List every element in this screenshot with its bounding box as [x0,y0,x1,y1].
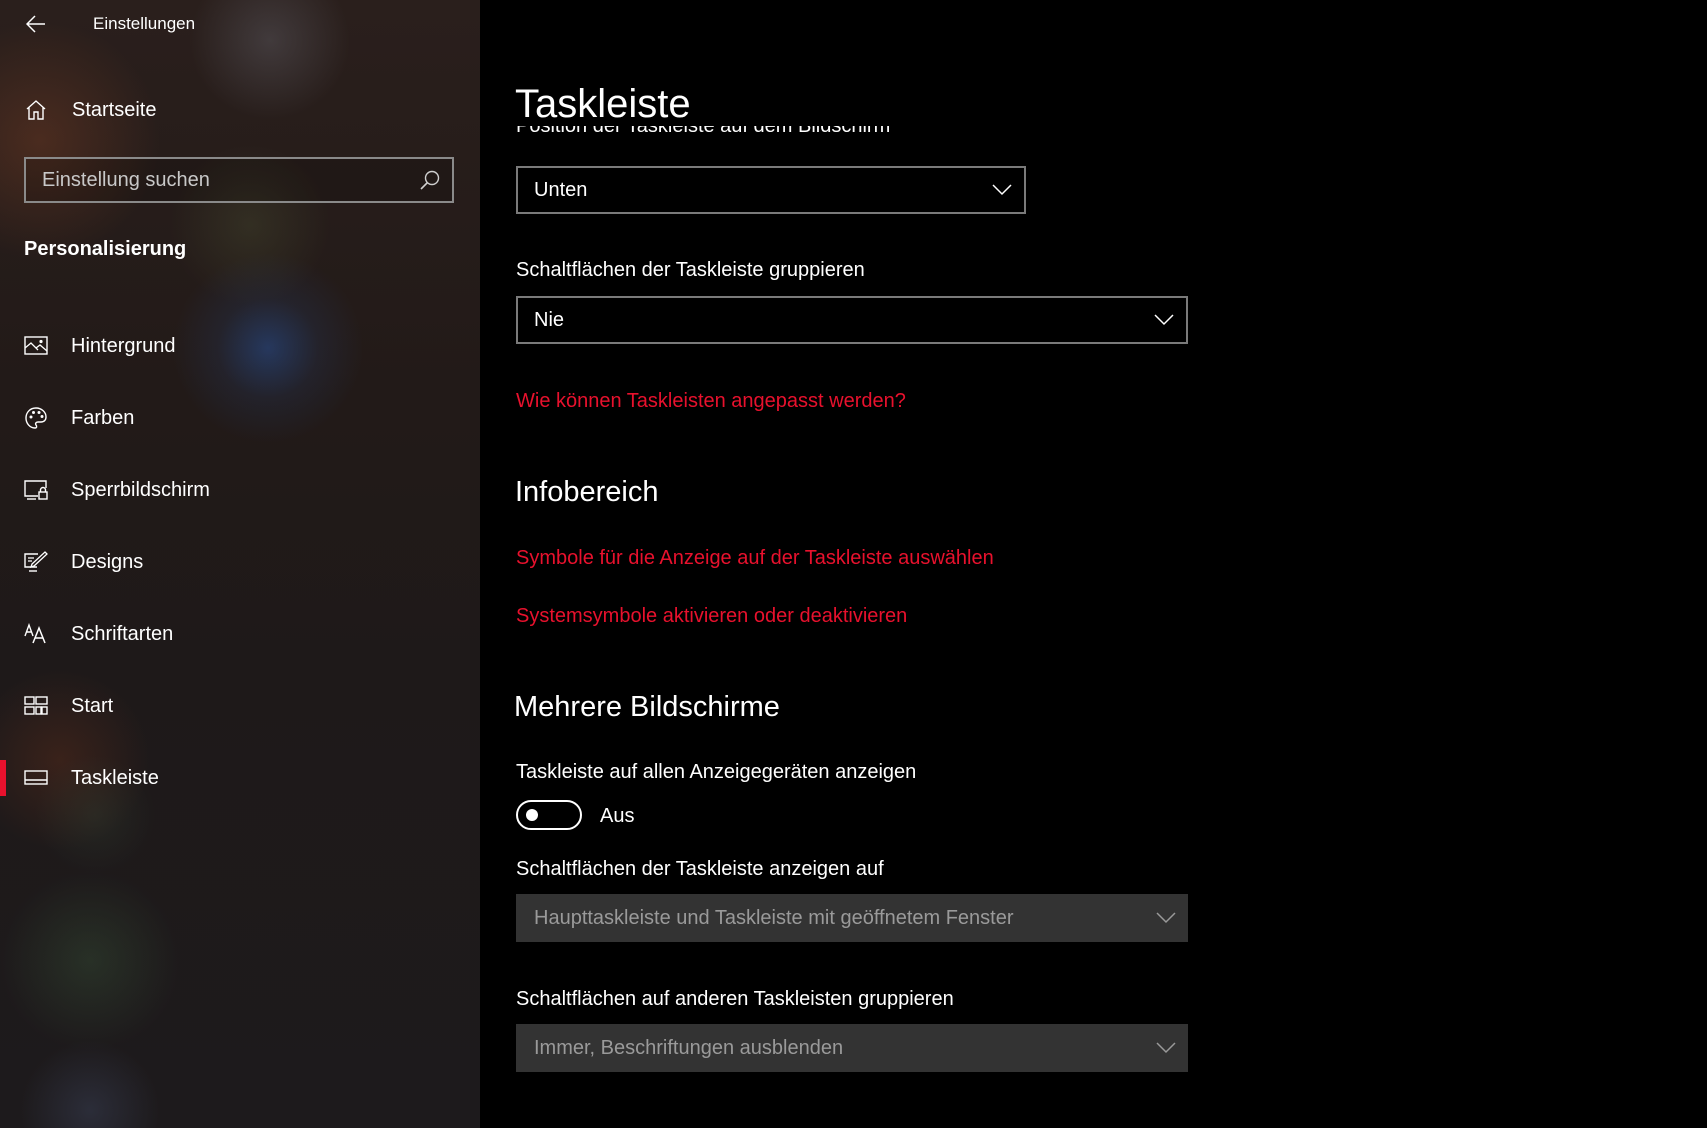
other-grouping-dropdown[interactable]: Immer, Beschriftungen ausblenden [516,1024,1188,1072]
sidebar-item-label: Designs [71,550,144,573]
designs-icon [24,550,48,574]
home-icon [26,100,46,120]
sidebar-item-label: Start [71,694,114,717]
dropdown-value: Unten [534,179,588,201]
app-title: Einstellungen [93,14,196,33]
palette-icon [24,406,48,430]
chevron-down-icon [1154,314,1174,326]
search-icon [420,170,440,190]
sidebar-item-label: Taskleiste [71,766,159,789]
select-icons-link[interactable]: Symbole für die Anzeige auf der Taskleis… [516,547,994,570]
selection-indicator [0,760,6,796]
other-grouping-label: Schaltflächen auf anderen Taskleisten gr… [516,988,954,1010]
dropdown-value: Haupttaskleiste und Taskleiste mit geöff… [534,907,1014,929]
buttons-on-label: Schaltflächen der Taskleiste anzeigen au… [516,858,884,880]
lock-screen-icon [24,478,48,502]
fonts-icon [24,622,48,646]
sidebar-item-label: Sperrbildschirm [71,478,210,501]
sidebar-item-designs[interactable]: Designs [0,526,480,598]
position-dropdown[interactable]: Unten [516,166,1026,214]
home-label: Startseite [72,98,157,121]
start-icon [24,694,48,718]
search-input[interactable] [26,159,412,201]
home-link[interactable]: Startseite [24,92,424,128]
dropdown-value: Immer, Beschriftungen ausblenden [534,1037,844,1059]
main-content: Taskleiste Position der Taskleiste auf d… [480,0,1707,1128]
chevron-down-icon [1156,912,1176,924]
dropdown-value: Nie [534,309,565,331]
system-icons-link[interactable]: Systemsymbole aktivieren oder deaktivier… [516,605,907,628]
buttons-on-dropdown[interactable]: Haupttaskleiste und Taskleiste mit geöff… [516,894,1188,942]
chevron-down-icon [992,184,1012,196]
taskbar-icon [24,766,48,790]
sidebar-item-schriftarten[interactable]: Schriftarten [0,598,480,670]
sidebar-item-farben[interactable]: Farben [0,382,480,454]
grouping-label: Schaltflächen der Taskleiste gruppieren [516,259,865,281]
sidebar-item-sperrbildschirm[interactable]: Sperrbildschirm [0,454,480,526]
sidebar-item-taskleiste[interactable]: Taskleiste [0,742,480,814]
settings-window: Einstellungen Startseite Personalisierun… [0,0,1707,1128]
toggle-state-label: Aus [600,805,635,827]
multiple-displays-heading: Mehrere Bildschirme [514,691,780,723]
sidebar-nav: Hintergrund Farben Sperrbildschirm Desig… [0,310,480,814]
search-button[interactable] [418,168,442,192]
notification-area-heading: Infobereich [515,476,659,508]
picture-icon [24,334,48,358]
show-all-displays-toggle[interactable] [516,800,582,830]
sidebar-item-label: Farben [71,406,135,429]
sidebar-item-start[interactable]: Start [0,670,480,742]
title-bar: Einstellungen [0,0,480,48]
grouping-dropdown[interactable]: Nie [516,296,1188,344]
sidebar-item-hintergrund[interactable]: Hintergrund [0,310,480,382]
sidebar-item-label: Schriftarten [71,622,174,645]
toggle-knob [526,809,538,821]
back-button[interactable] [20,8,52,40]
help-link[interactable]: Wie können Taskleisten angepasst werden? [516,390,906,413]
back-arrow-icon [26,15,45,33]
chevron-down-icon [1156,1042,1176,1054]
section-heading: Personalisierung [24,238,187,260]
sidebar-item-label: Hintergrund [71,334,176,357]
search-box [24,157,454,203]
show-all-displays-label: Taskleiste auf allen Anzeigegeräten anze… [516,761,917,783]
page-title: Taskleiste [515,82,691,126]
position-label: Position der Taskleiste auf dem Bildschi… [516,126,891,137]
sidebar: Einstellungen Startseite Personalisierun… [0,0,480,1128]
